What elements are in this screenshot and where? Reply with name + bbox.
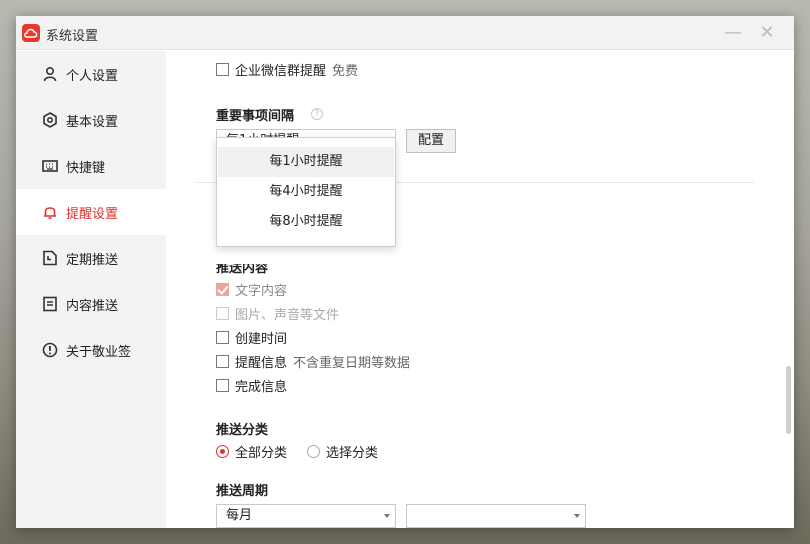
user-icon [43,66,57,82]
window-title: 系统设置 [46,29,99,44]
category-select-radio[interactable] [307,444,320,458]
wecom-reminder-option[interactable]: 企业微信群提醒 免费 [216,60,359,79]
push-period-value: 每月 [226,508,253,523]
settings-icon [43,112,57,128]
sidebar-item-about[interactable]: 关于敬业签 [16,327,166,373]
dropdown-option[interactable]: 每1小时提醒 [218,147,394,177]
category-all-radio[interactable] [216,444,229,458]
scrollbar-thumb[interactable] [786,366,791,434]
files-label: 图片、声音等文件 [235,307,340,323]
sidebar-item-personal[interactable]: 个人设置 [16,51,166,97]
settings-window: 系统设置 — ✕ 个人设置 基本设置 快捷键 提醒设置 定期推送 内容推送 关于… [16,16,794,528]
sidebar: 个人设置 基本设置 快捷键 提醒设置 定期推送 内容推送 关于敬业签 [16,51,166,528]
wecom-reminder-checkbox[interactable] [216,62,229,76]
help-icon[interactable]: ? [311,108,323,120]
reminder-info-checkbox[interactable] [216,354,229,368]
created-time-label: 创建时间 [235,331,288,347]
sidebar-item-label: 个人设置 [66,69,119,84]
chevron-down-icon [384,514,390,518]
category-all-label: 全部分类 [235,445,288,461]
completion-info-checkbox[interactable] [216,378,229,392]
sidebar-item-label: 定期推送 [66,253,119,268]
reminder-info-note: 不含重复日期等数据 [293,355,411,371]
push-period-select[interactable]: 每月 [216,504,396,528]
push-content-reminder-option[interactable]: 提醒信息 不含重复日期等数据 [216,352,411,371]
minimize-button[interactable]: — [722,22,744,44]
title-bar: 系统设置 — ✕ [16,16,794,50]
schedule-icon [43,250,57,266]
push-content-text-option: 文字内容 [216,280,288,299]
wecom-reminder-label: 企业微信群提醒 [235,63,327,79]
sidebar-item-content-push[interactable]: 内容推送 [16,281,166,327]
push-period-detail-select[interactable] [406,504,586,528]
sidebar-item-label: 内容推送 [66,299,119,314]
reminder-info-label: 提醒信息 [235,355,288,371]
sidebar-item-scheduled-push[interactable]: 定期推送 [16,235,166,281]
bell-icon [44,207,56,219]
dropdown-option[interactable]: 每4小时提醒 [218,177,394,207]
keyboard-icon [42,160,58,172]
push-content-files-option: 图片、声音等文件 [216,304,340,323]
completion-info-label: 完成信息 [235,379,288,395]
config-button[interactable]: 配置 [406,129,456,153]
push-category-title: 推送分类 [216,423,269,438]
text-content-checkbox [216,282,229,296]
settings-content: 企业微信群提醒 免费 重要事项间隔 ? 每1小时提醒 配置 推送内容 文字内容 … [166,51,794,528]
push-content-created-option[interactable]: 创建时间 [216,328,288,347]
app-logo-icon [22,24,40,42]
sidebar-item-shortcuts[interactable]: 快捷键 [16,143,166,189]
close-button[interactable]: ✕ [756,22,778,44]
category-select-option[interactable]: 选择分类 [307,442,379,461]
sidebar-item-label: 提醒设置 [66,207,119,222]
created-time-checkbox[interactable] [216,330,229,344]
chevron-down-icon [574,514,580,518]
important-interval-title: 重要事项间隔 [216,109,295,124]
content-icon [43,296,57,312]
sidebar-item-label: 关于敬业签 [66,345,132,360]
text-content-label: 文字内容 [235,283,288,299]
info-icon [42,342,58,358]
sidebar-item-label: 快捷键 [66,161,106,176]
push-period-title: 推送周期 [216,484,269,499]
sidebar-item-reminders[interactable]: 提醒设置 [16,189,166,235]
wecom-reminder-note: 免费 [332,63,359,79]
sidebar-item-label: 基本设置 [66,115,119,130]
files-checkbox [216,306,229,320]
interval-dropdown-list: 每1小时提醒 每4小时提醒 每8小时提醒 [216,137,396,247]
dropdown-option[interactable]: 每8小时提醒 [218,207,394,237]
push-content-completion-option[interactable]: 完成信息 [216,376,288,395]
category-all-option[interactable]: 全部分类 [216,442,288,461]
sidebar-item-basic[interactable]: 基本设置 [16,97,166,143]
push-content-title: 推送内容 [216,261,269,276]
category-select-label: 选择分类 [326,445,379,461]
